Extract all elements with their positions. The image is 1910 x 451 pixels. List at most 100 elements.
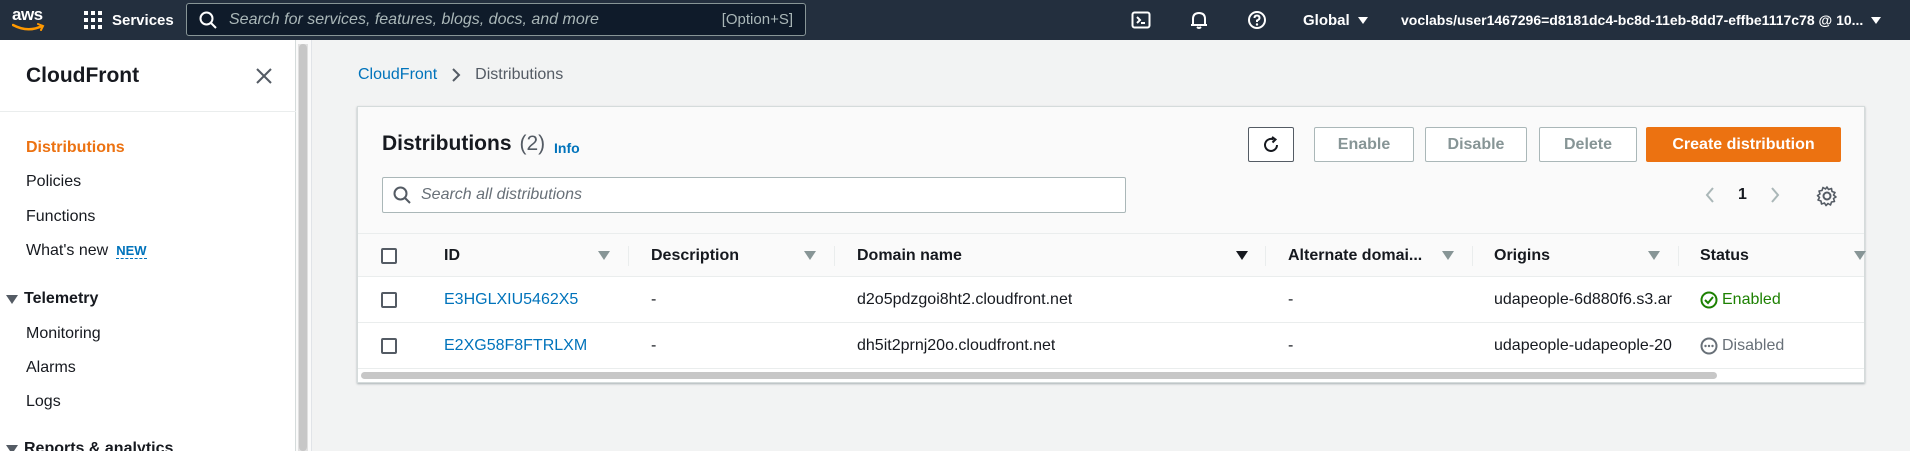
breadcrumb: CloudFront Distributions (358, 66, 563, 84)
sidebar-section-reports[interactable]: Reports & analytics (6, 440, 173, 451)
distributions-search-input[interactable]: Search all distributions (382, 177, 1126, 213)
chevron-right-icon (452, 68, 461, 82)
close-icon[interactable] (252, 64, 276, 88)
top-navigation-bar: aws Services Search for services, featur… (0, 0, 1910, 40)
notifications-bell-icon[interactable] (1187, 8, 1211, 32)
check-circle-icon (1700, 291, 1718, 309)
column-header-domain-name[interactable]: Domain name (857, 234, 962, 278)
panel-title-text: Distributions (382, 132, 512, 155)
expand-triangle-icon (6, 294, 18, 304)
region-selector[interactable]: Global (1303, 0, 1368, 40)
column-separator (1472, 246, 1473, 266)
table-header: ID Description Domain name Alternate dom… (358, 233, 1866, 278)
domain-name-cell: dh5it2prnj20o.cloudfront.net (857, 337, 1056, 354)
distributions-panel: Distributions (2) Info Enable Disable De… (357, 106, 1866, 383)
breadcrumb-current: Distributions (475, 66, 564, 83)
column-header-origins[interactable]: Origins (1494, 234, 1550, 278)
distribution-count: (2) (519, 132, 546, 155)
page-number[interactable]: 1 (1738, 186, 1747, 204)
services-menu-button[interactable]: Services (84, 0, 174, 40)
row-checkbox[interactable] (381, 338, 397, 354)
new-badge: NEW (116, 243, 147, 259)
table-horizontal-scrollbar[interactable] (358, 369, 1864, 381)
refresh-button[interactable] (1248, 127, 1294, 162)
sidebar-section-label: Reports & analytics (24, 440, 174, 451)
sort-icon[interactable] (1236, 251, 1248, 260)
description-cell: - (651, 337, 657, 354)
distribution-id-link[interactable]: E2XG58F8FTRLXM (444, 323, 587, 369)
search-shortcut-hint: [Option+S] (721, 11, 793, 28)
column-separator (1678, 246, 1679, 266)
column-header-alternate-domain[interactable]: Alternate domai... (1288, 234, 1422, 278)
sidebar-item-whats-new[interactable]: What's new NEW (26, 242, 147, 260)
distribution-id-link[interactable]: E3HGLXIU5462X5 (444, 277, 578, 323)
search-icon (393, 186, 411, 204)
sort-icon[interactable] (1854, 251, 1866, 260)
services-grid-icon (84, 11, 102, 29)
origins-cell: udapeople-6d880f6.s3.ar (1494, 291, 1672, 308)
sidebar-item-logs[interactable]: Logs (26, 393, 61, 411)
cloudshell-icon[interactable] (1129, 8, 1153, 32)
column-header-status[interactable]: Status (1700, 234, 1749, 278)
refresh-icon (1264, 135, 1278, 152)
sort-icon[interactable] (1442, 251, 1454, 260)
sidebar-section-label: Telemetry (24, 290, 99, 307)
distributions-search-placeholder: Search all distributions (421, 186, 582, 203)
caret-down-icon (1871, 16, 1882, 24)
column-header-id[interactable]: ID (444, 234, 460, 278)
sidebar-title: CloudFront (26, 64, 140, 87)
origins-cell: udapeople-udapeople-20 (1494, 337, 1672, 354)
sidebar-divider (0, 111, 296, 112)
sort-icon[interactable] (1648, 251, 1660, 260)
search-icon (199, 11, 217, 29)
column-header-description[interactable]: Description (651, 234, 739, 278)
column-separator (834, 246, 835, 266)
row-checkbox[interactable] (381, 292, 397, 308)
pagination: 1 (1704, 177, 1781, 213)
page-title: Distributions (2) (382, 132, 545, 156)
alternate-domain-cell: - (1288, 337, 1294, 354)
sort-icon[interactable] (598, 251, 610, 260)
sidebar-item-monitoring[interactable]: Monitoring (26, 325, 101, 343)
column-separator (628, 246, 629, 266)
disabled-circle-icon (1700, 337, 1718, 355)
help-icon[interactable] (1245, 8, 1269, 32)
sort-icon[interactable] (804, 251, 816, 260)
gear-icon[interactable] (1816, 185, 1838, 207)
aws-logo[interactable]: aws (10, 4, 50, 34)
aws-logo-text: aws (12, 5, 43, 24)
table-row[interactable]: E2XG58F8FTRLXM - dh5it2prnj20o.cloudfron… (358, 323, 1864, 369)
sidebar-section-telemetry[interactable]: Telemetry (6, 290, 98, 308)
sidebar-item-alarms[interactable]: Alarms (26, 359, 76, 377)
disable-button[interactable]: Disable (1425, 127, 1527, 162)
global-search-placeholder: Search for services, features, blogs, do… (229, 10, 599, 28)
column-separator (1265, 246, 1266, 266)
account-menu[interactable]: voclabs/user1467296=d8181dc4-bc8d-11eb-8… (1401, 0, 1882, 40)
account-label: voclabs/user1467296=d8181dc4-bc8d-11eb-8… (1401, 12, 1864, 28)
chevron-left-icon[interactable] (1704, 186, 1716, 204)
alternate-domain-cell: - (1288, 291, 1294, 308)
sidebar-item-functions[interactable]: Functions (26, 208, 95, 226)
sidebar-item-policies[interactable]: Policies (26, 173, 81, 191)
status-label: Enabled (1722, 291, 1781, 308)
chevron-right-icon[interactable] (1769, 186, 1781, 204)
select-all-checkbox[interactable] (381, 248, 397, 264)
status-label: Disabled (1722, 337, 1785, 354)
info-link[interactable]: Info (554, 140, 580, 156)
table-row[interactable]: E3HGLXIU5462X5 - d2o5pdzgoi8ht2.cloudfro… (358, 277, 1864, 323)
global-search-input[interactable]: Search for services, features, blogs, do… (186, 3, 806, 36)
region-label: Global (1303, 11, 1350, 29)
sidebar-scrollbar[interactable] (298, 44, 308, 451)
expand-triangle-icon (6, 444, 18, 451)
create-distribution-button[interactable]: Create distribution (1646, 127, 1841, 162)
delete-button[interactable]: Delete (1539, 127, 1637, 162)
description-cell: - (651, 291, 657, 308)
enable-button[interactable]: Enable (1314, 127, 1414, 162)
domain-name-cell: d2o5pdzgoi8ht2.cloudfront.net (857, 291, 1073, 308)
breadcrumb-cloudfront-link[interactable]: CloudFront (358, 66, 437, 84)
sidebar-item-label: What's new (26, 242, 109, 259)
services-label: Services (112, 11, 174, 29)
status-cell: Disabled (1700, 323, 1784, 369)
sidebar-item-distributions[interactable]: Distributions (26, 139, 125, 157)
caret-down-icon (1357, 16, 1368, 24)
